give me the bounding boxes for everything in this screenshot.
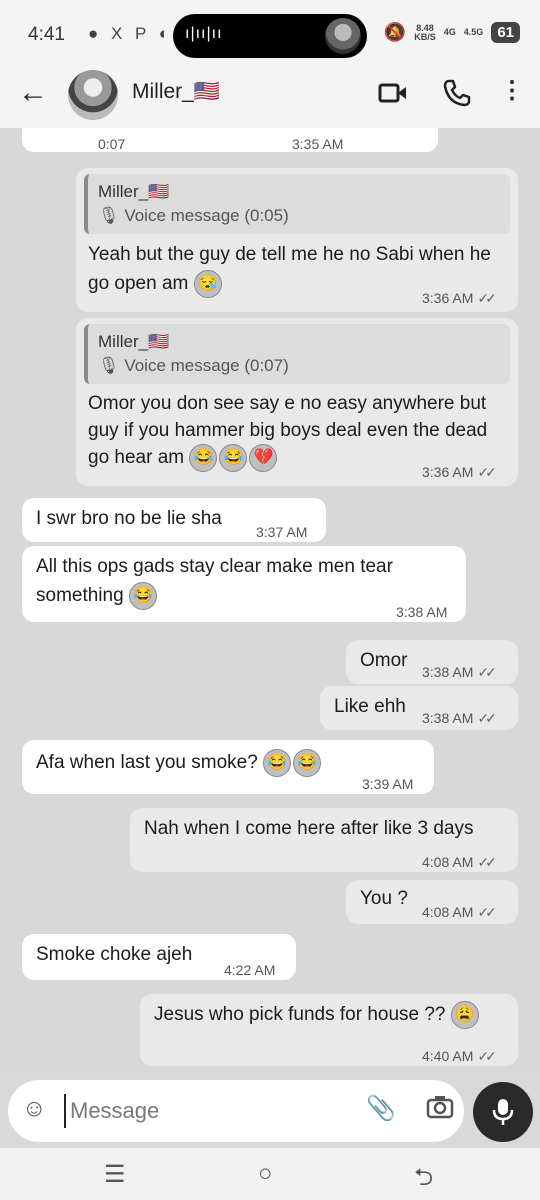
message-bubble[interactable]: Nah when I come here after like 3 days 4… [130,808,518,872]
message-time: 4:22 AM [224,962,276,978]
paperclip-icon[interactable]: 📎 [366,1094,396,1123]
island-avatar [325,18,361,54]
message-composer: ☺ 📎 [8,1080,464,1142]
recent-apps-icon[interactable]: ☰ [104,1160,126,1189]
message-text: You ? [360,888,408,909]
status-right: 🔕 8.48 KB/S 4G 4.5G 61 [384,22,520,43]
battery-indicator: 61 [491,22,520,43]
emoji: 😂 [219,444,248,472]
emoji: 😪 [193,269,222,298]
notification-icons: ● X P ◐ [88,24,174,43]
double-check-icon: ✓✓ [477,464,497,480]
emoji: 😂 [263,748,292,777]
message-bubble[interactable]: Jesus who pick funds for house ?? 😩 4:40… [140,994,518,1066]
message-bubble[interactable]: All this ops gads stay clear make men te… [22,546,466,622]
message-bubble[interactable]: Afa when last you smoke? 😂 😂 3:39 AM [22,740,434,794]
system-nav-bar: ☰ ○ ⮌ [0,1148,540,1200]
contact-avatar[interactable] [68,70,118,120]
message-time: 3:35 AM [292,136,344,152]
message-bubble[interactable]: 0:07 3:35 AM [22,128,438,152]
mic-icon: 🎙 [98,356,125,375]
back-arrow-icon[interactable]: ← [18,76,48,110]
microphone-icon[interactable] [473,1082,533,1142]
quoted-message[interactable]: Miller_🇺🇸 🎙 Voice message (0:05) [84,174,510,234]
camera-icon[interactable] [426,1094,454,1127]
message-text: Jesus who pick funds for house ?? [154,1004,446,1025]
mute-bell-icon: 🔕 [383,22,407,42]
double-check-icon: ✓✓ [477,854,497,870]
sticker-icon[interactable]: ☺ [22,1095,47,1123]
voice-duration: 0:07 [98,136,126,152]
mic-icon: 🎙 [98,206,125,225]
quoted-text: Voice message (0:05) [124,206,289,225]
message-bubble[interactable]: Like ehh 3:38 AM ✓✓ [320,686,518,730]
message-time: 3:38 AM [422,710,474,726]
message-text: Omor [360,650,408,671]
network-4g: 4G [443,27,456,37]
message-time: 3:37 AM [256,524,308,540]
message-text: Smoke choke ajeh [36,944,193,965]
message-text: I swr bro no be lie sha [36,508,222,529]
status-bar: 4:41 ● X P ◐ ı|ıı|ıı 🔕 8.48 KB/S 4G 4.5G… [0,0,540,66]
quoted-author: Miller_🇺🇸 [98,332,170,351]
message-time: 3:36 AM [422,290,474,306]
double-check-icon: ✓✓ [477,290,497,306]
phone-icon[interactable] [442,78,472,113]
emoji: 😩 [450,1000,479,1029]
dynamic-island: ı|ıı|ıı [173,14,367,58]
chat-header: ← Miller_🇺🇸 ⋮ [0,66,540,128]
double-check-icon: ✓✓ [477,664,497,680]
message-input[interactable] [64,1094,344,1128]
double-check-icon: ✓✓ [477,710,497,726]
message-text: Omor you don see say e no easy anywhere … [88,393,488,469]
contact-name[interactable]: Miller_🇺🇸 [132,80,220,104]
message-time: 4:08 AM [422,904,474,920]
quoted-author: Miller_🇺🇸 [98,182,170,201]
home-icon[interactable]: ○ [258,1160,273,1188]
double-check-icon: ✓✓ [477,904,497,920]
message-text: Like ehh [334,696,406,717]
emoji: 😂 [293,748,322,777]
quoted-text: Voice message (0:07) [124,356,289,375]
emoji: 💔 [249,444,278,472]
status-time: 4:41 [28,24,65,45]
message-bubble[interactable]: Miller_🇺🇸 🎙 Voice message (0:07) Omor yo… [76,318,518,486]
message-time: 3:38 AM [396,604,448,620]
message-time: 3:36 AM [422,464,474,480]
message-time: 4:40 AM [422,1048,474,1064]
quoted-message[interactable]: Miller_🇺🇸 🎙 Voice message (0:07) [84,324,510,384]
emoji: 😂 [189,444,218,472]
audio-wave-icon: ı|ıı|ıı [185,25,223,42]
network-speed: 8.48 KB/S [414,22,436,42]
double-check-icon: ✓✓ [477,1048,497,1064]
message-text: Nah when I come here after like 3 days [144,818,474,839]
message-bubble[interactable]: I swr bro no be lie sha 3:37 AM [22,498,326,542]
message-time: 3:39 AM [362,776,414,792]
message-text: Afa when last you smoke? [36,752,258,773]
message-bubble[interactable]: You ? 4:08 AM ✓✓ [346,880,518,924]
video-call-icon[interactable] [378,78,408,113]
message-bubble[interactable]: Omor 3:38 AM ✓✓ [346,640,518,684]
message-time: 4:08 AM [422,854,474,870]
system-back-icon[interactable]: ⮌ [414,1160,433,1200]
message-text: All this ops gads stay clear make men te… [36,556,393,606]
emoji: 😂 [128,581,157,610]
chat-area[interactable]: 0:07 3:35 AM Miller_🇺🇸 🎙 Voice message (… [0,128,540,1078]
more-vertical-icon[interactable]: ⋮ [500,76,524,105]
message-bubble[interactable]: Miller_🇺🇸 🎙 Voice message (0:05) Yeah bu… [76,168,518,312]
network-45g: 4.5G [463,27,484,37]
message-time: 3:38 AM [422,664,474,680]
message-bubble[interactable]: Smoke choke ajeh 4:22 AM [22,934,296,980]
